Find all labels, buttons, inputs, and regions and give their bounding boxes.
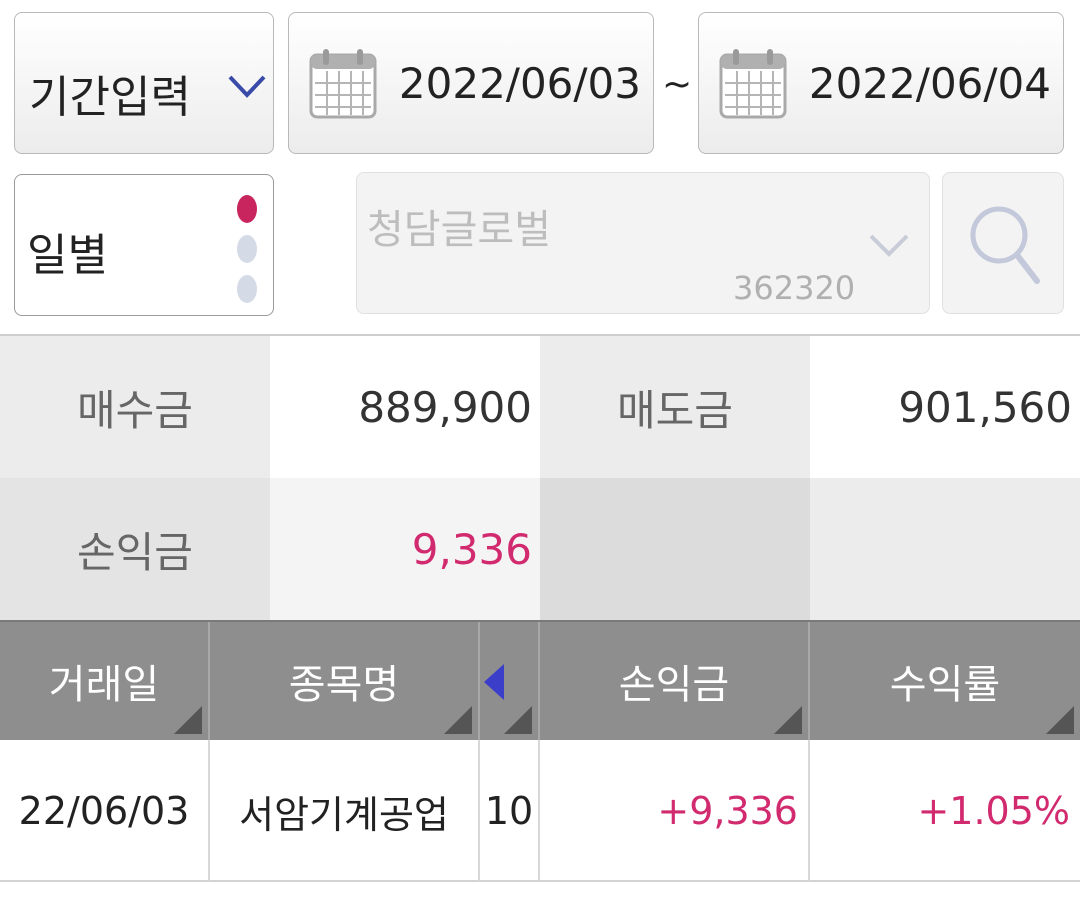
start-date-button[interactable]: 2022/06/03 <box>288 12 654 154</box>
sort-triangle-icon <box>1046 706 1074 734</box>
calendar-icon <box>309 47 377 125</box>
column-header-name[interactable]: 종목명 <box>210 622 480 740</box>
period-select-label: 기간입력 <box>29 72 191 123</box>
sell-amount-value: 901,560 <box>810 336 1080 478</box>
unit-select-button[interactable]: 일별 <box>14 174 274 316</box>
cell-rate: +1.05% <box>917 789 1070 833</box>
table-header: 거래일 종목명 손익금 수익률 <box>0 620 1080 740</box>
table-row[interactable]: 22/06/03 서암기계공업 10 +9,336 +1.05% <box>0 740 1080 882</box>
page-dot <box>237 235 257 263</box>
stock-code: 362320 <box>733 269 856 307</box>
buy-amount-label: 매수금 <box>0 336 270 478</box>
buy-amount-value: 889,900 <box>270 336 540 478</box>
cell-pnl: +9,336 <box>540 740 810 882</box>
sort-triangle-icon <box>504 706 532 734</box>
chevron-down-icon <box>227 73 267 103</box>
cell-quantity: 10 <box>480 740 540 882</box>
column-header-pnl[interactable]: 손익금 <box>540 622 810 740</box>
column-header-label: 종목명 <box>288 662 400 708</box>
unit-select-label: 일별 <box>27 230 108 281</box>
date-separator: ~ <box>662 64 693 105</box>
end-date-button[interactable]: 2022/06/04 <box>698 12 1064 154</box>
empty-cell <box>810 478 1080 620</box>
chevron-down-icon <box>867 231 911 263</box>
column-header-date[interactable]: 거래일 <box>0 622 210 740</box>
calendar-icon <box>719 47 787 125</box>
stock-name: 청담글로벌 <box>367 207 551 253</box>
period-select-button[interactable]: 기간입력 <box>14 12 274 154</box>
sort-triangle-icon <box>444 706 472 734</box>
start-date-text: 2022/06/03 <box>398 59 641 108</box>
cell-stock-name: 서암기계공업 <box>210 740 480 882</box>
sort-triangle-icon <box>174 706 202 734</box>
sort-triangle-icon <box>774 706 802 734</box>
summary-panel: 매수금 889,900 매도금 901,560 손익금 9,336 <box>0 334 1080 620</box>
end-date-text: 2022/06/04 <box>808 59 1051 108</box>
column-header-rate[interactable]: 수익률 <box>810 622 1080 740</box>
cell-date: 22/06/03 <box>0 740 210 882</box>
page-dot-active <box>237 195 257 223</box>
column-header-label: 거래일 <box>48 662 160 708</box>
sell-amount-label: 매도금 <box>540 336 810 478</box>
pnl-amount-label: 손익금 <box>0 478 270 620</box>
column-toggle[interactable] <box>480 622 540 740</box>
column-header-label: 손익금 <box>618 662 730 708</box>
stock-select-dropdown[interactable]: 청담글로벌 362320 <box>356 172 930 314</box>
empty-cell <box>540 478 810 620</box>
page-dot <box>237 275 257 303</box>
left-arrow-icon <box>484 664 504 700</box>
search-button[interactable] <box>942 172 1064 314</box>
pnl-amount-value: 9,336 <box>270 478 540 620</box>
column-header-label: 수익률 <box>889 662 1001 708</box>
